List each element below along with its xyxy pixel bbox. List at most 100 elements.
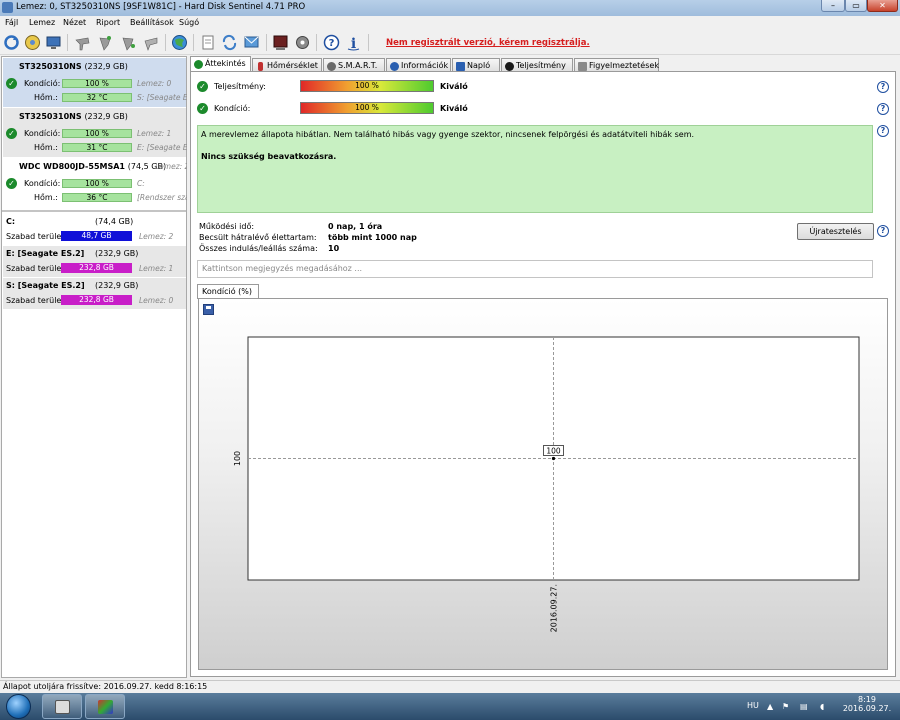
data-label: 100 bbox=[546, 447, 561, 456]
disk-item[interactable]: ST3250310NS (232,9 GB) ✓ Kondíció: 100 %… bbox=[3, 108, 187, 157]
tab-smart[interactable]: S.M.A.R.T. bbox=[323, 58, 385, 72]
note-input[interactable]: Kattintson megjegyzés megadásához ... bbox=[197, 260, 873, 278]
divider bbox=[2, 210, 186, 212]
retest-button[interactable]: Újratesztelés bbox=[797, 223, 874, 240]
volume-ref: S: [Seagate ES.2] bbox=[137, 93, 187, 102]
performance-bar: 100 % bbox=[300, 80, 434, 92]
uptime-label: Működési idő: bbox=[199, 222, 255, 231]
app-window-icon bbox=[55, 700, 70, 714]
tab-log[interactable]: Napló bbox=[452, 58, 500, 72]
performance-icon bbox=[505, 62, 514, 71]
menu-file[interactable]: Fájl bbox=[5, 18, 18, 27]
status-message-box: A merevlemez állapota hibátlan. Nem talá… bbox=[197, 125, 873, 213]
disk-item[interactable]: ST3250310NS (232,9 GB) ✓ Kondíció: 100 %… bbox=[3, 58, 187, 107]
volume-name: S: [Seagate ES.2] bbox=[6, 281, 85, 290]
tab-performance[interactable]: Teljesítmény bbox=[501, 58, 573, 72]
minimize-button[interactable]: – bbox=[821, 0, 845, 12]
condition-label: Kondíció: bbox=[24, 129, 61, 138]
tab-overview[interactable]: Áttekintés bbox=[190, 56, 251, 72]
menu-view[interactable]: Nézet bbox=[63, 18, 86, 27]
free-space-bar: 232,8 GB bbox=[61, 295, 132, 305]
performance-rating: Kiváló bbox=[440, 82, 468, 91]
tab-alerts[interactable]: Figyelmeztetések bbox=[574, 58, 659, 72]
web-icon[interactable] bbox=[171, 34, 188, 51]
free-space-bar: 48,7 GB bbox=[61, 231, 132, 241]
usb-disk-4-icon[interactable] bbox=[143, 34, 160, 51]
network-icon[interactable]: ▤ bbox=[800, 702, 809, 711]
menu-disk[interactable]: Lemez bbox=[29, 18, 55, 27]
log-icon bbox=[456, 62, 465, 71]
check-icon: ✓ bbox=[6, 178, 17, 189]
condition-label: Kondíció: bbox=[214, 104, 251, 113]
tab-condition-chart[interactable]: Kondíció (%) bbox=[197, 284, 259, 299]
condition-rating: Kiváló bbox=[440, 104, 468, 113]
uptime-value: 0 nap, 1 óra bbox=[328, 222, 383, 231]
tab-strip: Áttekintés Hőmérséklet S.M.A.R.T. Inform… bbox=[190, 56, 900, 72]
usb-disk-3-icon[interactable] bbox=[120, 34, 137, 51]
status-advice: Nincs szükség beavatkozásra. bbox=[201, 152, 337, 161]
usb-disk-icon[interactable] bbox=[74, 34, 91, 51]
close-button[interactable]: ✕ bbox=[867, 0, 898, 12]
free-space-label: Szabad terület bbox=[6, 264, 65, 273]
temperature-bar: 31 °C bbox=[62, 143, 132, 152]
volume-name: C: bbox=[6, 217, 16, 226]
check-icon bbox=[194, 60, 203, 69]
tray-clock[interactable]: 8:19 2016.09.27. bbox=[842, 695, 892, 713]
temperature-label: Hőm.: bbox=[34, 193, 58, 202]
tab-information[interactable]: Információk bbox=[386, 58, 451, 72]
start-count-value: 10 bbox=[328, 244, 340, 253]
register-link[interactable]: Nem regisztrált verzió, kérem regisztrál… bbox=[386, 38, 590, 48]
disk-index: Lemez: 0 bbox=[137, 79, 172, 88]
help-icon[interactable]: ? bbox=[877, 225, 889, 237]
volume-item[interactable]: C: (74,4 GB) Szabad terület 48,7 GB Leme… bbox=[3, 214, 186, 245]
check-icon: ✓ bbox=[197, 81, 208, 92]
settings-icon[interactable] bbox=[294, 34, 311, 51]
flag-icon[interactable]: ⚑ bbox=[782, 702, 791, 711]
taskbar-app-button[interactable] bbox=[85, 694, 125, 719]
volume-icon[interactable]: ◖ bbox=[820, 702, 829, 711]
temperature-bar: 32 °C bbox=[62, 93, 132, 102]
menu-help[interactable]: Súgó bbox=[179, 18, 199, 27]
reload-icon[interactable] bbox=[221, 34, 238, 51]
disk-name: ST3250310NS (232,9 GB) bbox=[19, 62, 128, 71]
free-space-label: Szabad terület bbox=[6, 296, 65, 305]
tray-arrow-icon[interactable]: ▲ bbox=[767, 702, 776, 711]
hard-disk-sentinel-icon bbox=[98, 700, 113, 714]
title-bar: Lemez: 0, ST3250310NS [9SF1W81C] - Hard … bbox=[0, 0, 900, 16]
refresh-icon[interactable] bbox=[3, 34, 20, 51]
taskbar-app-button[interactable] bbox=[42, 694, 82, 719]
monitor-icon[interactable] bbox=[45, 34, 62, 51]
send-icon[interactable] bbox=[243, 34, 260, 51]
info-icon[interactable]: i bbox=[345, 34, 362, 52]
menu-report[interactable]: Riport bbox=[96, 18, 120, 27]
taskbar: HU ▲ ⚑ ▤ ◖ 8:19 2016.09.27. bbox=[0, 693, 900, 720]
help-icon[interactable]: ? bbox=[877, 125, 889, 137]
disk-report-icon[interactable] bbox=[24, 34, 41, 51]
smart-icon bbox=[327, 62, 336, 71]
volume-ref: C: bbox=[137, 179, 145, 188]
tab-temperature[interactable]: Hőmérséklet bbox=[252, 58, 322, 72]
document-icon[interactable] bbox=[199, 34, 216, 51]
help-icon[interactable]: ? bbox=[877, 81, 889, 93]
windows-start-icon[interactable] bbox=[6, 694, 31, 719]
performance-label: Teljesítmény: bbox=[214, 82, 266, 91]
help-icon[interactable]: ? bbox=[877, 103, 889, 115]
app-icon bbox=[2, 2, 13, 13]
help-icon[interactable]: ? bbox=[323, 34, 340, 51]
language-indicator[interactable]: HU bbox=[747, 701, 759, 710]
disk-item[interactable]: WDC WD800JD-55MSA1 (74,5 GB) Lemez: 2 ✓ … bbox=[3, 158, 187, 207]
maximize-button[interactable]: ▭ bbox=[845, 0, 867, 12]
data-point bbox=[551, 456, 556, 461]
overview-panel: ✓ Teljesítmény: 100 % Kiváló ? ✓ Kondíci… bbox=[190, 71, 896, 677]
volume-item[interactable]: S: [Seagate ES.2] (232,9 GB) Szabad terü… bbox=[3, 278, 186, 309]
menu-settings[interactable]: Beállítások bbox=[130, 18, 174, 27]
svg-text:?: ? bbox=[329, 38, 335, 49]
free-space-label: Szabad terület bbox=[6, 232, 65, 241]
volume-item[interactable]: E: [Seagate ES.2] (232,9 GB) Szabad terü… bbox=[3, 246, 186, 277]
usb-disk-2-icon[interactable] bbox=[97, 34, 114, 51]
condition-label: Kondíció: bbox=[24, 79, 61, 88]
condition-chart: 100 2016.09.27. 100 bbox=[233, 336, 860, 632]
condition-label: Kondíció: bbox=[24, 179, 61, 188]
terminal-icon[interactable] bbox=[272, 34, 289, 51]
temperature-bar: 36 °C bbox=[62, 193, 132, 202]
